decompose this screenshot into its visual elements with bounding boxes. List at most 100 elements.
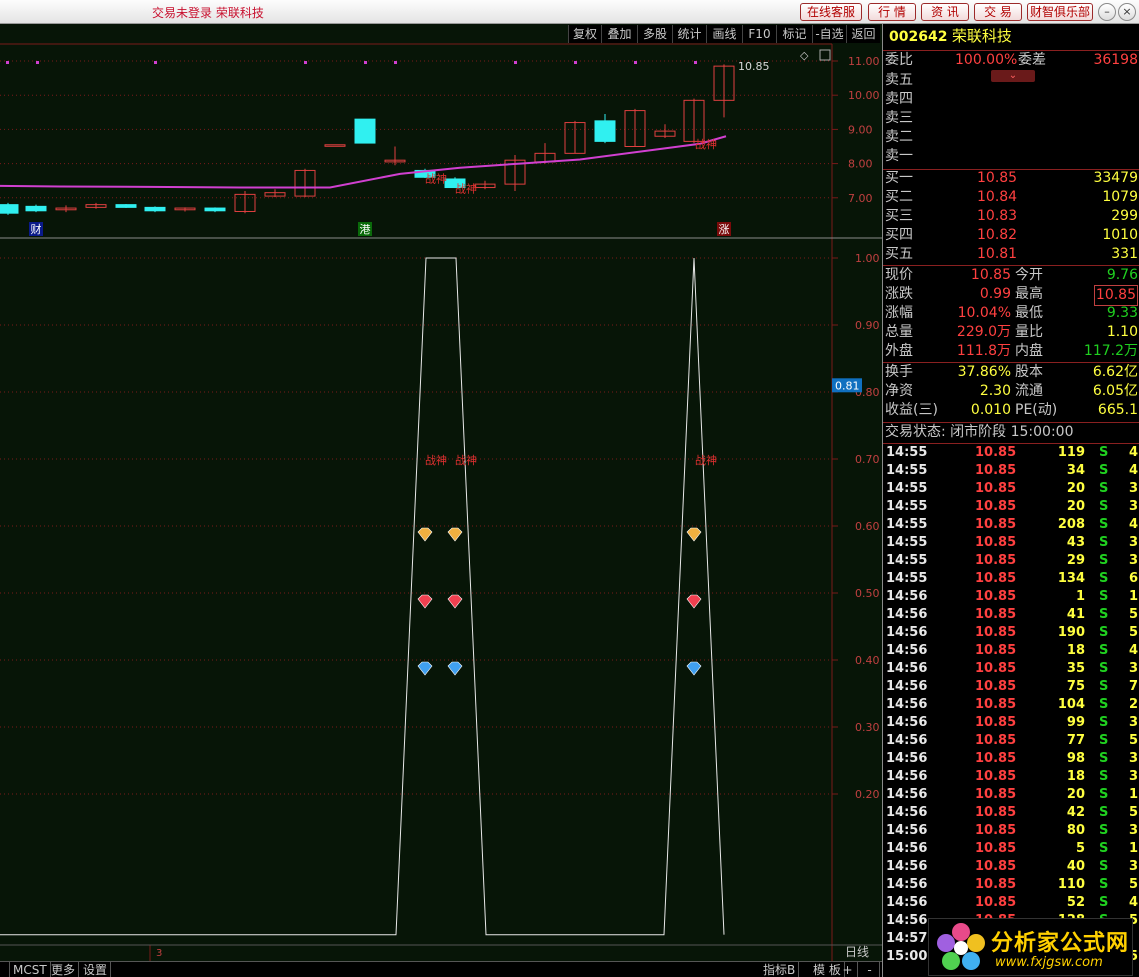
buy-row-1[interactable]: 买一 10.85 33479 xyxy=(885,169,1138,188)
level-label: 买五 xyxy=(885,246,913,262)
tick-row: 14:55 10.85 208 S 4 xyxy=(886,517,1139,532)
club-button[interactable]: 财智俱乐部 xyxy=(1027,3,1093,21)
toolbar-7[interactable]: -自选 xyxy=(812,25,846,43)
level-label: 买二 xyxy=(885,189,913,205)
tab-settings[interactable]: 设置 xyxy=(80,962,112,977)
quote-row-4: 外盘 111.8万 内盘 117.2万 xyxy=(885,343,1138,359)
level-price: 10.82 xyxy=(977,227,1018,243)
watermark: 分析家公式网 www.fxjgsw.com xyxy=(928,918,1133,976)
top-marker xyxy=(364,61,367,64)
tab-indicator-b[interactable]: 指标B xyxy=(760,962,800,977)
candle-body xyxy=(354,118,376,144)
tick-row: 14:55 10.85 119 S 4 xyxy=(886,445,1139,460)
webi-value: 100.00% xyxy=(955,52,1018,68)
tab-more[interactable]: 更多 xyxy=(48,962,80,977)
level-volume: 33479 xyxy=(1093,170,1138,186)
indicator-tick-label: 0.50 xyxy=(855,587,880,600)
toolbar-2[interactable]: 多股 xyxy=(637,25,672,43)
toolbar-4[interactable]: 画线 xyxy=(706,25,742,43)
tick-row: 14:56 10.85 1 S 1 xyxy=(886,589,1139,604)
level-label: 卖五 xyxy=(885,72,913,88)
chart-canvas: 11.0010.009.008.007.0010.85◇战神战神战神财港涨1.0… xyxy=(0,24,882,962)
weicha-value: 36198 xyxy=(1093,52,1138,68)
top-marker xyxy=(304,61,307,64)
level-price: 10.83 xyxy=(977,208,1018,224)
tick-row: 14:56 10.85 42 S 5 xyxy=(886,805,1139,820)
sell-row-5[interactable]: 卖一 xyxy=(885,147,1138,166)
tick-row: 14:56 10.85 104 S 2 xyxy=(886,697,1139,712)
tick-row: 14:56 10.85 20 S 1 xyxy=(886,787,1139,802)
level-label: 卖一 xyxy=(885,148,913,164)
signal-label-price: 战神 xyxy=(695,137,717,151)
trade-button[interactable]: 交 易 xyxy=(974,3,1022,21)
login-status: 交易未登录 荣联科技 xyxy=(152,6,264,20)
divider xyxy=(883,169,1139,170)
tick-row: 14:55 10.85 29 S 3 xyxy=(886,553,1139,568)
toolbar-6[interactable]: 标记 xyxy=(776,25,812,43)
indicator-tick-label: 1.00 xyxy=(855,252,880,265)
buy-row-2[interactable]: 买二 10.84 1079 xyxy=(885,188,1138,207)
tick-row: 14:55 10.85 34 S 4 xyxy=(886,463,1139,478)
tick-row: 14:56 10.85 110 S 5 xyxy=(886,877,1139,892)
chart-area[interactable]: 11.00 10.00 9.00 8.00 7.00 10.85 ◇ 战神 战神 战神财港涨 1.0… xyxy=(0,24,882,962)
zoom-out-button[interactable]: - xyxy=(860,962,880,977)
diamond-icon: ◇ xyxy=(800,49,809,62)
candle-body xyxy=(594,120,616,142)
buy-row-5[interactable]: 买五 10.81 331 xyxy=(885,245,1138,264)
online-service-button[interactable]: 在线客服 xyxy=(800,3,862,21)
price-tick-label: 10.00 xyxy=(848,89,880,102)
quote-button[interactable]: 行 情 xyxy=(868,3,916,21)
webi-row: 委比 100.00% 委差 36198 xyxy=(885,51,1138,70)
sell-row-3[interactable]: 卖三 xyxy=(885,109,1138,128)
sell-row-4[interactable]: 卖二 xyxy=(885,128,1138,147)
level-label: 卖二 xyxy=(885,129,913,145)
high-label: 10.85 xyxy=(738,60,770,73)
fund-row-0: 换手 37.86% 股本 6.62亿 xyxy=(885,364,1138,380)
level-label: 买四 xyxy=(885,227,913,243)
price-tick-label: 7.00 xyxy=(848,192,873,205)
top-marker xyxy=(6,61,9,64)
indicator-tick-label: 0.60 xyxy=(855,520,880,533)
fund-row-1: 净资 2.30 流通 6.05亿 xyxy=(885,383,1138,399)
tick-row: 14:56 10.85 98 S 3 xyxy=(886,751,1139,766)
fund-row-2: 收益(三) 0.010 PE(动) 665.1 xyxy=(885,402,1138,418)
quote-row-1: 涨跌 0.99 最高 10.85 xyxy=(885,285,1138,306)
top-marker xyxy=(154,61,157,64)
buy-row-4[interactable]: 买四 10.82 1010 xyxy=(885,226,1138,245)
toolbar-8[interactable]: 返回 xyxy=(846,25,880,43)
tab-mcst[interactable]: MCST xyxy=(10,962,51,977)
close-icon[interactable]: × xyxy=(1118,3,1136,21)
toolbar-0[interactable]: 复权 xyxy=(568,25,601,43)
bottom-left-arrow[interactable] xyxy=(0,962,10,977)
sell-row-1[interactable]: 卖五 xyxy=(885,71,1138,90)
watermark-title: 分析家公式网 xyxy=(991,931,1130,956)
level-volume: 331 xyxy=(1111,246,1138,262)
signal-label-price: 战神 xyxy=(455,182,477,196)
minimize-icon[interactable]: – xyxy=(1098,3,1116,21)
toolbar-5[interactable]: F10 xyxy=(742,25,776,43)
toolbar-1[interactable]: 叠加 xyxy=(601,25,637,43)
sell-row-2[interactable]: 卖四 xyxy=(885,90,1138,109)
level-label: 卖四 xyxy=(885,91,913,107)
tick-row: 14:56 10.85 18 S 3 xyxy=(886,769,1139,784)
tick-row: 14:56 10.85 77 S 5 xyxy=(886,733,1139,748)
level-volume: 1079 xyxy=(1102,189,1138,205)
top-marker xyxy=(514,61,517,64)
toolbar-3[interactable]: 统计 xyxy=(672,25,706,43)
event-tag-2: 涨 xyxy=(719,223,730,236)
tick-row: 14:55 10.85 43 S 3 xyxy=(886,535,1139,550)
level-label: 买一 xyxy=(885,170,913,186)
stock-code: 002642 xyxy=(889,29,948,45)
top-marker xyxy=(36,61,39,64)
stock-name: 荣联科技 xyxy=(951,27,1012,45)
level-price: 10.84 xyxy=(977,189,1018,205)
event-tag-1: 港 xyxy=(360,223,371,236)
buy-row-3[interactable]: 买三 10.83 299 xyxy=(885,207,1138,226)
indicator-tick-label: 0.40 xyxy=(855,654,880,667)
news-button[interactable]: 资 讯 xyxy=(921,3,969,21)
top-marker xyxy=(394,61,397,64)
candle-body xyxy=(204,207,226,212)
bottom-bar: MCST 更多 设置 指标B 模 板 + - xyxy=(0,961,882,977)
tick-row: 14:56 10.85 18 S 4 xyxy=(886,643,1139,658)
zoom-in-button[interactable]: + xyxy=(838,962,858,977)
